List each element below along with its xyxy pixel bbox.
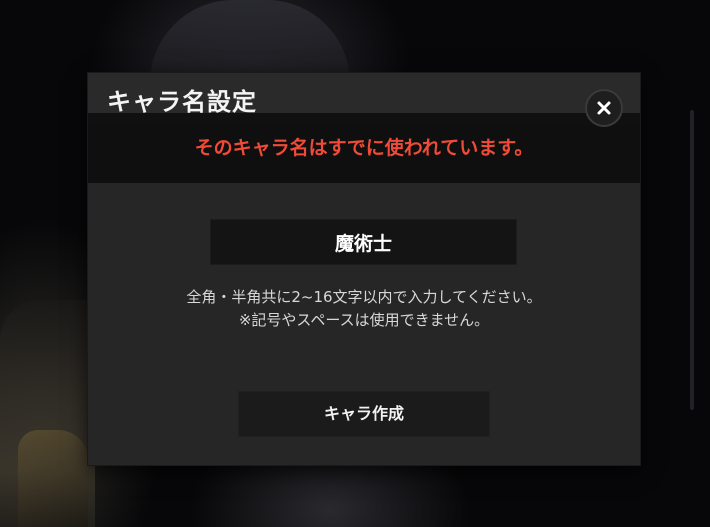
error-message: そのキャラ名はすでに使われています。 xyxy=(194,137,534,159)
character-name-dialog: キャラ名設定 そのキャラ名はすでに使われています。 全角・半角共に2~16文字以… xyxy=(88,73,640,465)
error-banner: そのキャラ名はすでに使われています。 xyxy=(88,113,640,183)
create-character-button[interactable]: キャラ作成 xyxy=(238,391,490,437)
input-hint-line-1: 全角・半角共に2~16文字以内で入力してください。 xyxy=(186,288,542,306)
character-name-input[interactable] xyxy=(210,219,517,265)
close-button[interactable] xyxy=(585,89,623,127)
close-icon xyxy=(597,101,611,115)
background-character-armor xyxy=(18,430,88,527)
scrollbar[interactable] xyxy=(690,110,694,410)
input-hint-line-2: ※記号やスペースは使用できません。 xyxy=(238,311,490,329)
game-screen: キャラ名設定 そのキャラ名はすでに使われています。 全角・半角共に2~16文字以… xyxy=(0,0,710,527)
